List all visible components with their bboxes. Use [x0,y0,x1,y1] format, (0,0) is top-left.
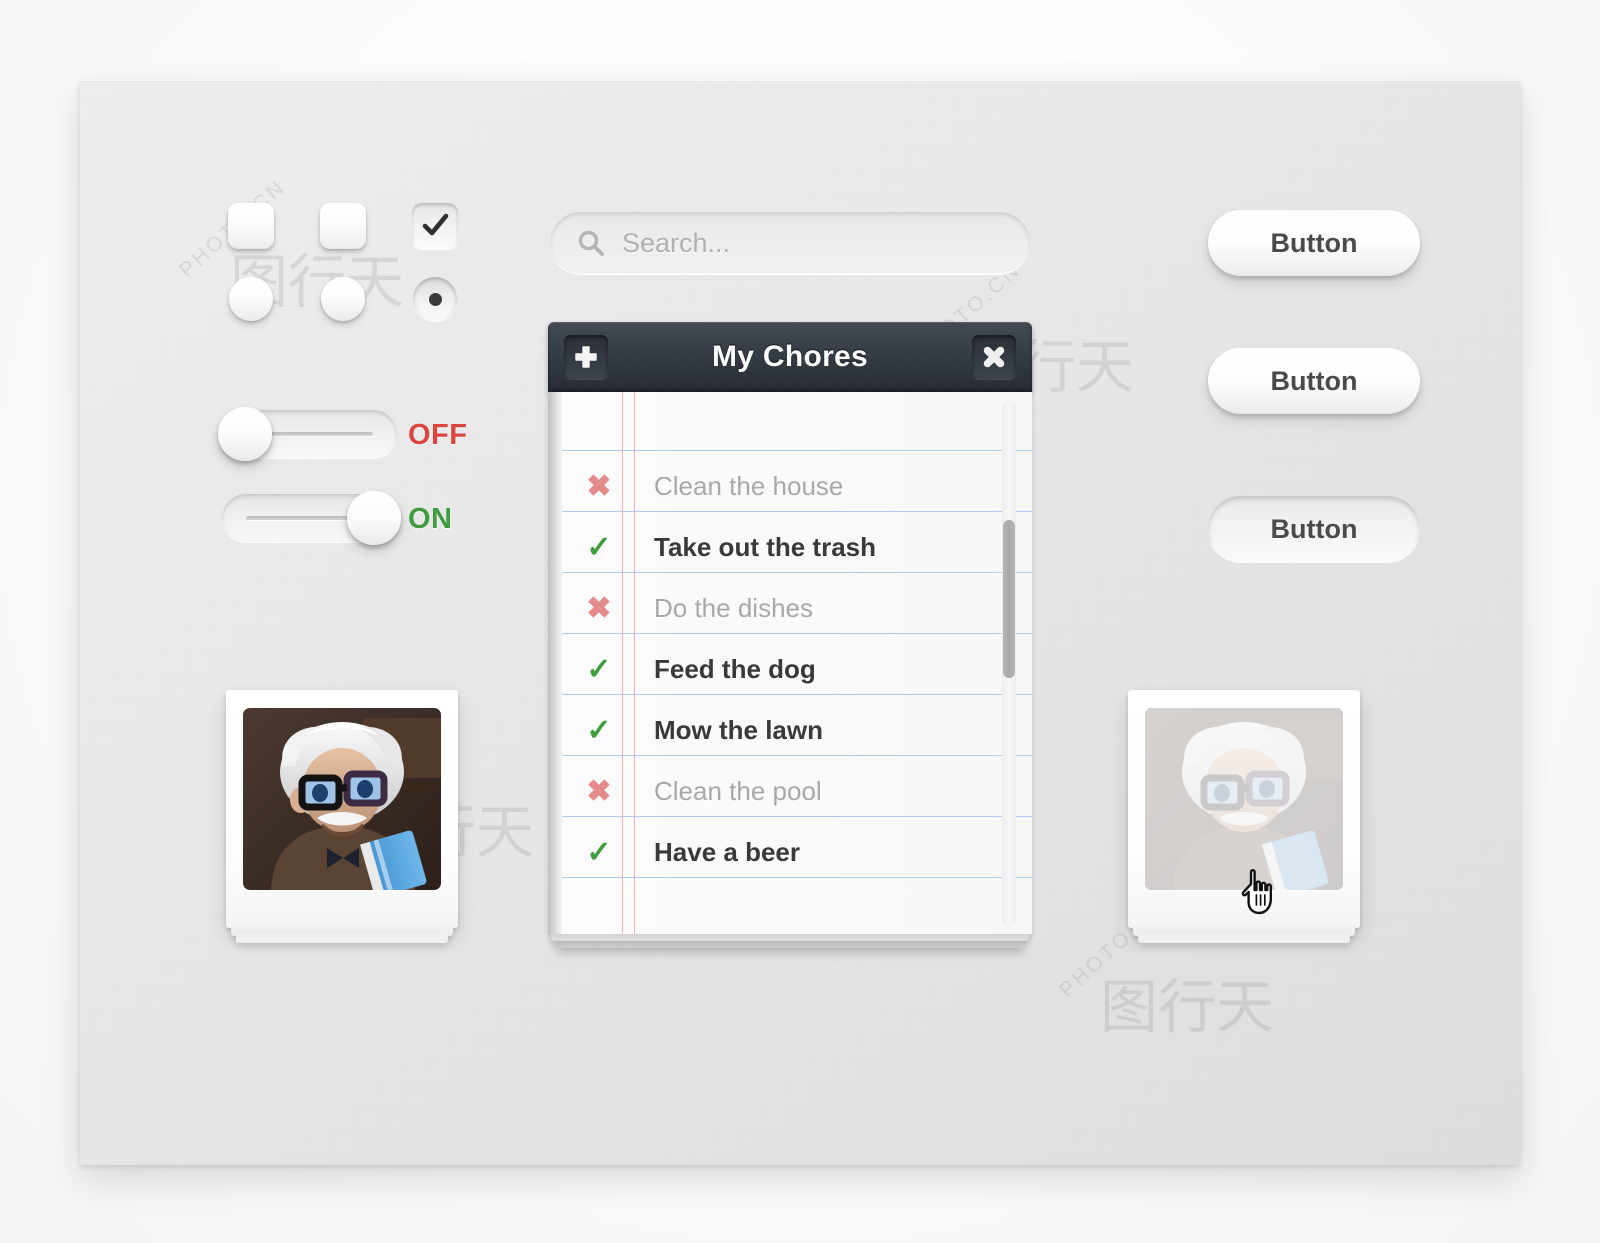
ui-kit-panel: 图行天 PHOTO.CN 图行天 PHOTO.CN 图行天 PHOTO.CN 图… [80,80,1520,1165]
toggle-switch-on[interactable] [222,491,401,545]
chore-check-icon[interactable]: ✓ [562,652,636,687]
chore-label: Do the dishes [654,593,813,623]
toggle-off-label: OFF [408,419,468,451]
chore-list-item[interactable]: ✓ Take out the trash [562,517,1032,578]
chores-notepad-window: My Chores ✖ Clean the house ✓ Take out the … [548,322,1032,948]
button-label: Button [1270,227,1358,258]
chore-list-item[interactable]: ✓ Mow the lawn [562,700,1032,761]
notepad-title-bar: My Chores [548,322,1032,392]
photo-frame-hover[interactable] [1128,690,1360,943]
hover-overlay [1145,708,1343,890]
chore-list-item[interactable]: ✓ Have a beer [562,822,1032,883]
scientist-portrait-illustration [243,708,441,890]
toggle-switch-off[interactable] [218,407,397,461]
chore-label: Feed the dog [654,654,816,684]
radio-unselected-2[interactable] [321,277,365,321]
chore-list-item[interactable]: ✖ Clean the pool [562,761,1032,822]
close-icon [983,346,1005,368]
search-icon [576,228,606,258]
checkbox-checked[interactable] [412,203,458,249]
action-button-3-pressed[interactable]: Button [1208,496,1420,562]
radio-unselected-1[interactable] [229,277,273,321]
checkbox-unchecked-1[interactable] [228,203,274,249]
chore-list-item[interactable]: ✖ Do the dishes [562,578,1032,639]
chores-list: ✖ Clean the house ✓ Take out the trash ✖ Do t… [562,392,1032,934]
notepad-scrollbar-thumb[interactable] [1003,520,1015,678]
notepad-title: My Chores [711,340,869,373]
chore-label: Mow the lawn [654,715,823,745]
action-button-2[interactable]: Button [1208,348,1420,414]
notepad-scrollbar-track[interactable] [1002,400,1016,926]
chore-label: Take out the trash [654,532,877,562]
button-label: Button [1270,365,1358,396]
photo-thumbnail-hovered [1145,708,1343,890]
chore-cross-icon[interactable]: ✖ [562,591,636,626]
radio-dot-icon [428,292,442,306]
watermark-cjk-4: 图行天 [1100,975,1275,1040]
chore-list-item[interactable]: ✖ Clean the house [562,456,1032,517]
chore-check-icon[interactable]: ✓ [562,835,636,870]
photo-thumbnail [243,708,441,890]
checkmark-icon [412,203,458,249]
button-label: Button [1270,513,1358,544]
chore-label: Clean the pool [654,776,822,806]
add-chore-button[interactable] [564,335,608,379]
frame-stack-2 [1138,933,1350,943]
chore-check-icon[interactable]: ✓ [562,530,636,565]
action-button-1[interactable]: Button [1208,210,1420,276]
checkbox-unchecked-2[interactable] [320,203,366,249]
notepad-paper: ✖ Clean the house ✓ Take out the trash ✖ Do t… [548,392,1032,934]
chore-cross-icon[interactable]: ✖ [562,469,636,504]
chore-label: Clean the house [654,471,844,501]
chore-label: Have a beer [654,837,800,867]
pointer-hand-cursor [1240,868,1280,923]
toggle-on-label: ON [408,503,453,535]
search-input[interactable]: Search... [550,212,1030,274]
chore-check-icon[interactable]: ✓ [562,713,636,748]
radio-selected[interactable] [413,277,457,321]
chore-cross-icon[interactable]: ✖ [562,774,636,809]
search-placeholder: Search... [622,227,731,258]
frame-stack-2 [236,933,448,943]
plus-icon [575,346,597,368]
photo-frame-normal[interactable] [226,690,458,943]
close-notepad-button[interactable] [972,335,1016,379]
paper-gutter [548,392,562,934]
chore-list-item[interactable]: ✓ Feed the dog [562,639,1032,700]
toggle-knob[interactable] [347,491,401,545]
toggle-knob[interactable] [218,407,272,461]
